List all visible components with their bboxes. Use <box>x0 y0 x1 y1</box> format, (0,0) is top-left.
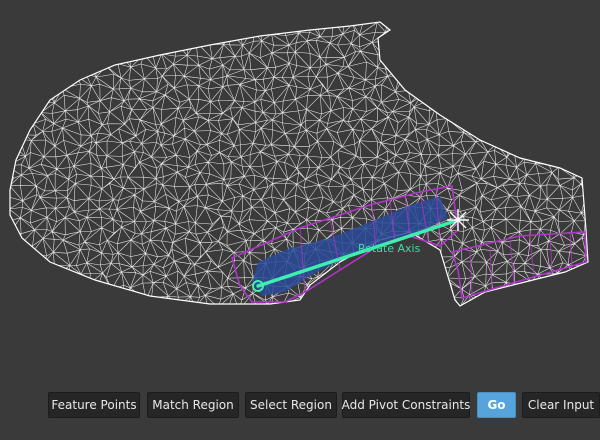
wireframe-mesh <box>10 22 588 306</box>
wireframe-edges <box>10 22 588 306</box>
add-pivot-constraints-button[interactable]: Add Pivot Constraints <box>342 392 470 418</box>
select-region-button[interactable]: Select Region <box>245 392 337 418</box>
feature-points-button[interactable]: Feature Points <box>48 392 140 418</box>
mesh-viewport[interactable]: Rotate Axis <box>0 0 600 380</box>
match-region-button[interactable]: Match Region <box>147 392 239 418</box>
mesh-canvas[interactable]: Rotate Axis <box>0 0 600 380</box>
rotate-axis-label: Rotate Axis <box>358 242 421 255</box>
go-button[interactable]: Go <box>477 392 516 418</box>
clear-input-button[interactable]: Clear Input <box>522 392 600 418</box>
rotate-axis-endpoint-icon[interactable] <box>447 209 469 231</box>
bottom-toolbar: Feature Points Match Region Select Regio… <box>0 392 600 420</box>
